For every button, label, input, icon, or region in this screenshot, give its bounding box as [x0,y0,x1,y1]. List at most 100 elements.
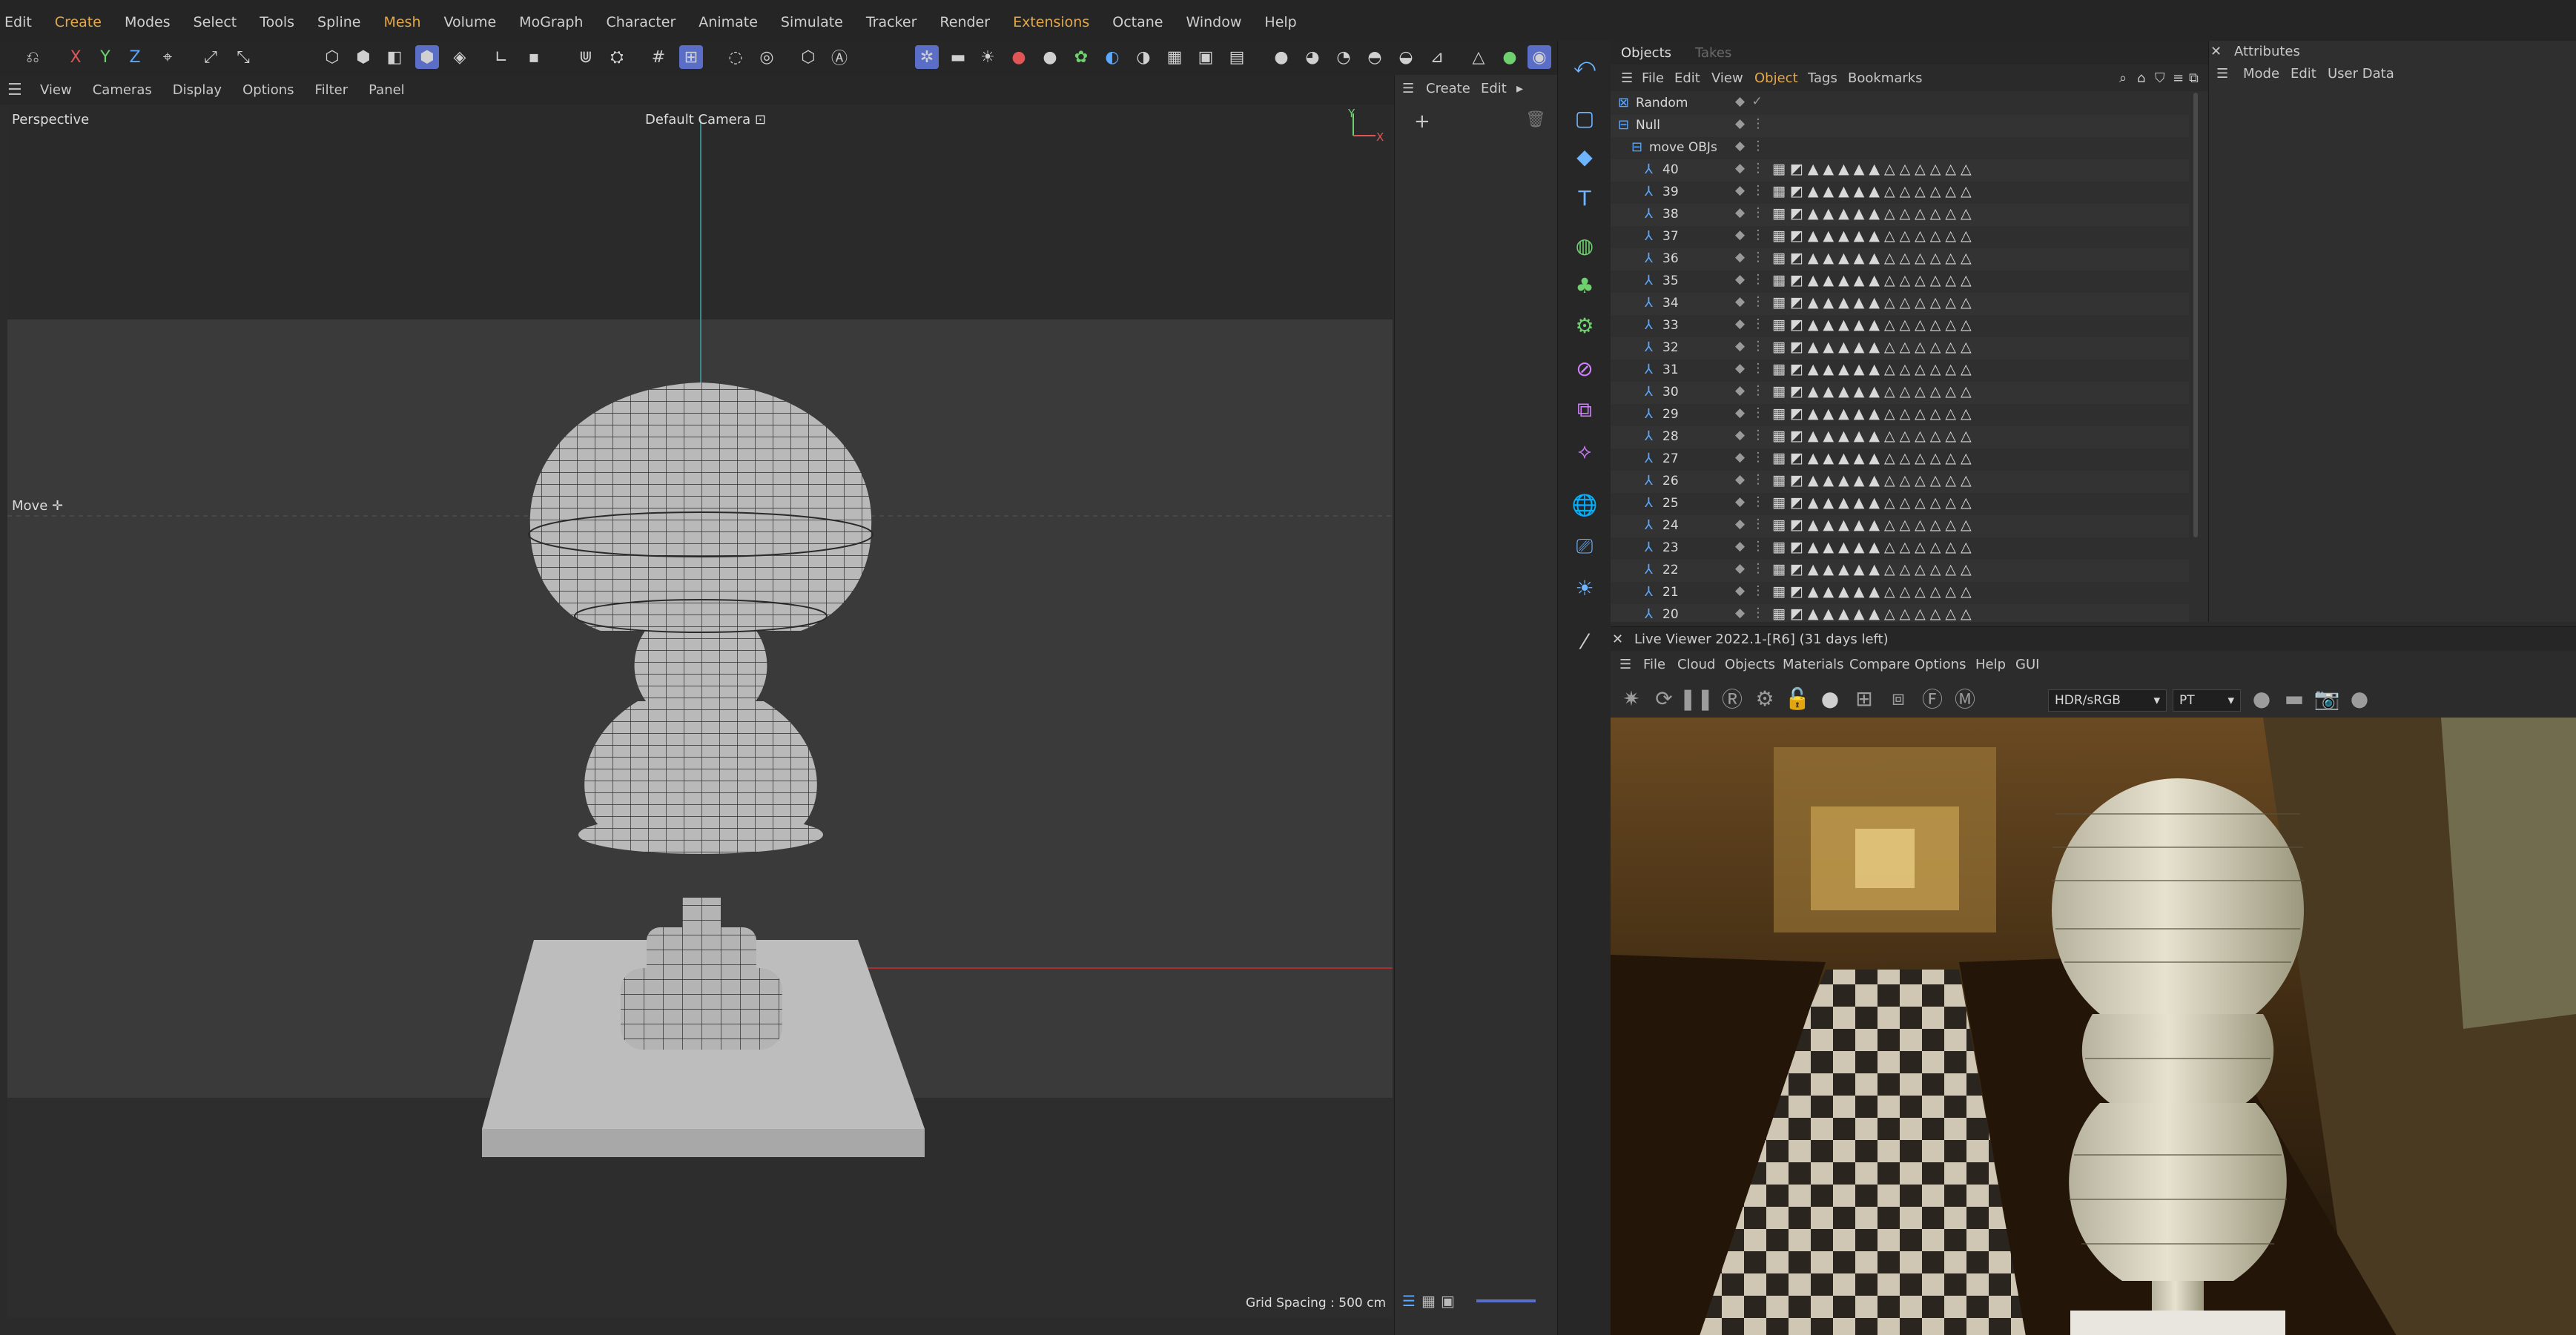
object-row[interactable]: ⅄ 35 ◆ ⋮ ▦◩▲▲▲▲▲△△△△△△ [1611,271,2189,293]
om-search-icon[interactable]: ⌕ [2119,70,2127,86]
menu-spline[interactable]: Spline [317,14,360,30]
om-menu-file[interactable]: File [1642,70,1664,86]
object-row[interactable]: ⅄ 23 ◆ ⋮ ▦◩▲▲▲▲▲△△△△△△ [1611,537,2189,560]
object-name[interactable]: 35 [1662,274,1679,288]
viewport-menu-display[interactable]: Display [173,82,222,98]
visibility-toggle[interactable]: ◆ ⋮ [1735,139,1766,153]
lv-dot-icon[interactable]: ● [2248,685,2275,712]
object-row[interactable]: ⅄ 21 ◆ ⋮ ▦◩▲▲▲▲▲△△△△△△ [1611,582,2189,604]
effector-icon[interactable]: ⚙ [1571,312,1598,339]
object-name[interactable]: 25 [1662,496,1679,511]
snap-move-icon[interactable]: ⤡ [231,45,255,69]
camera-label[interactable]: Default Camera ⊡ [645,112,766,127]
object-tags[interactable]: ▦◩▲▲▲▲▲△△△△△△ [1772,472,1976,488]
octane-sphere-icon[interactable]: ● [1038,45,1062,69]
object-tags[interactable]: ▦◩▲▲▲▲▲△△△△△△ [1772,583,1976,600]
axis-z-toggle[interactable]: Z [123,45,147,69]
perspective-viewport[interactable] [7,105,1393,1317]
object-name[interactable]: 33 [1662,318,1679,333]
polygons-mode-icon[interactable]: ◧ [383,45,406,69]
visibility-toggle[interactable]: ◆ ⋮ [1735,583,1766,598]
menu-mograph[interactable]: MoGraph [519,14,583,30]
material-ball-1-icon[interactable]: ● [1269,45,1293,69]
object-row[interactable]: ⅄ 30 ◆ ⋮ ▦◩▲▲▲▲▲△△△△△△ [1611,382,2189,404]
lv-focus-icon[interactable]: Ⓕ [1919,685,1946,712]
undo-icon[interactable]: ⎌ [21,45,44,69]
snap-settings-icon[interactable]: ⛭ [605,45,629,69]
visibility-toggle[interactable]: ◆ ✓ [1735,94,1764,109]
lv-circle-icon[interactable]: ● [2346,685,2373,712]
octane-film-icon[interactable]: ▣ [1194,45,1218,69]
om-hierarchy-icon[interactable]: ≡ [2173,70,2184,86]
lv-pause-icon[interactable]: ❚❚ [1680,685,1714,712]
object-name[interactable]: 34 [1662,296,1679,311]
quantize-icon[interactable]: ⊞ [679,45,703,69]
create-panel-create[interactable]: Create [1426,81,1470,96]
object-name[interactable]: 32 [1662,340,1679,355]
field-icon[interactable]: ⧉ [1571,397,1598,423]
object-row[interactable]: ⅄ 22 ◆ ⋮ ▦◩▲▲▲▲▲△△△△△△ [1611,560,2189,582]
symmetry-icon[interactable]: ◎ [755,45,779,69]
object-tags[interactable]: ▦◩▲▲▲▲▲△△△△△△ [1772,494,1976,511]
lv-menu-icon[interactable]: ☰ [1619,657,1631,672]
attr-menu-icon[interactable]: ☰ [2216,66,2228,82]
lv-menu-objects[interactable]: Objects [1725,657,1775,672]
object-tags[interactable]: ▦◩▲▲▲▲▲△△△△△△ [1772,317,1976,333]
object-row[interactable]: ⅄ 20 ◆ ⋮ ▦◩▲▲▲▲▲△△△△△△ [1611,604,2189,622]
material-ball-5-icon[interactable]: ◒ [1394,45,1418,69]
object-row[interactable]: ⅄ 37 ◆ ⋮ ▦◩▲▲▲▲▲△△△△△△ [1611,226,2189,248]
object-tags[interactable]: ▦◩▲▲▲▲▲△△△△△△ [1772,183,1976,199]
om-new-window-icon[interactable]: ⧉ [2189,70,2199,86]
object-tags[interactable]: ▦◩▲▲▲▲▲△△△△△△ [1772,228,1976,244]
menu-tools[interactable]: Tools [260,14,294,30]
kernel-select[interactable]: PT ▾ [2173,689,2241,712]
visibility-toggle[interactable]: ◆ ⋮ [1735,272,1766,287]
object-row[interactable]: ⅄ 26 ◆ ⋮ ▦◩▲▲▲▲▲△△△△△△ [1611,471,2189,493]
tab-takes[interactable]: Takes [1695,45,1731,61]
lv-settings-icon[interactable]: ⚙ [1751,685,1778,712]
visibility-toggle[interactable]: ◆ ⋮ [1735,517,1766,531]
soft-selection-icon[interactable]: ◌ [724,45,747,69]
octane-render-icon[interactable]: ▤ [1225,45,1249,69]
octane-scatter-icon[interactable]: ✿ [1069,45,1093,69]
attr-menu-edit[interactable]: Edit [2291,66,2316,82]
visibility-toggle[interactable]: ◆ ⋮ [1735,317,1766,331]
octane-record-icon[interactable]: ● [1007,45,1031,69]
om-menu-view[interactable]: View [1711,70,1743,86]
add-icon[interactable]: + [1414,110,1430,133]
attr-close-icon[interactable]: ✕ [2210,44,2222,59]
list-view-icon[interactable]: ☰ [1402,1292,1416,1310]
object-name[interactable]: 20 [1662,607,1679,622]
object-row[interactable]: ⅄ 31 ◆ ⋮ ▦◩▲▲▲▲▲△△△△△△ [1611,360,2189,382]
lv-menu-cloud[interactable]: Cloud [1677,657,1715,672]
object-row[interactable]: ⅄ 38 ◆ ⋮ ▦◩▲▲▲▲▲△△△△△△ [1611,204,2189,226]
viewport-menu-icon[interactable]: ☰ [7,81,24,99]
octane-sun-icon[interactable]: ☀ [976,45,1000,69]
object-row[interactable]: ⅄ 39 ◆ ⋮ ▦◩▲▲▲▲▲△△△△△△ [1611,182,2189,204]
viewport-menu-panel[interactable]: Panel [369,82,405,98]
workplane-icon[interactable]: ∟ [489,45,513,69]
object-tags[interactable]: ▦◩▲▲▲▲▲△△△△△△ [1772,428,1976,444]
object-name[interactable]: Null [1636,118,1660,133]
viewport-menu-view[interactable]: View [40,82,72,98]
object-row[interactable]: ⅄ 27 ◆ ⋮ ▦◩▲▲▲▲▲△△△△△△ [1611,448,2189,471]
lv-menu-options[interactable]: Options [1915,657,1966,672]
camera-icon[interactable]: ⎚ [1571,533,1598,560]
cube-icon[interactable]: ◆ [1571,143,1598,170]
visibility-toggle[interactable]: ◆ ⋮ [1735,205,1766,220]
object-name[interactable]: move OBJs [1649,140,1717,155]
coordinate-system-icon[interactable]: ⌖ [156,45,179,69]
render-view[interactable] [1611,718,2576,1335]
object-name[interactable]: 30 [1662,385,1679,400]
visibility-toggle[interactable]: ◆ ⋮ [1735,250,1766,265]
trash-icon[interactable]: 🗑 [1525,110,1546,129]
material-node-icon[interactable]: ⊿ [1425,45,1449,69]
lv-snapshot-icon[interactable]: 📷 [2314,685,2340,712]
om-filter-icon[interactable]: ⛉ [2155,70,2165,86]
object-name[interactable]: 22 [1662,563,1679,577]
lv-menu-compare[interactable]: Compare [1849,657,1910,672]
visibility-toggle[interactable]: ◆ ⋮ [1735,561,1766,576]
object-tags[interactable]: ▦◩▲▲▲▲▲△△△△△△ [1772,539,1976,555]
tab-objects[interactable]: Objects [1621,45,1671,61]
object-row[interactable]: ⅄ 34 ◆ ⋮ ▦◩▲▲▲▲▲△△△△△△ [1611,293,2189,315]
